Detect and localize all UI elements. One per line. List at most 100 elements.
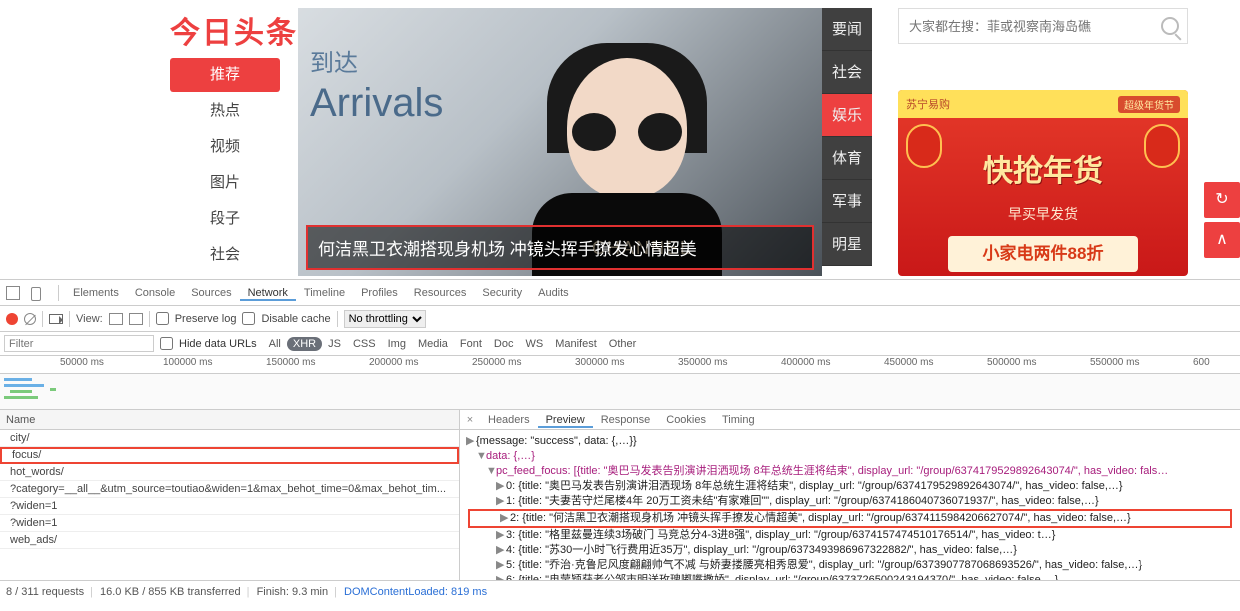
timeline-tick: 200000 ms: [369, 357, 418, 368]
leftnav-item[interactable]: 图片: [170, 166, 280, 200]
json-row[interactable]: ▶3: {title: "格里兹曼连续3场破门 马竞总分4-3进8强", dis…: [466, 528, 1234, 543]
network-toolbar: View: Preserve log Disable cache No thro…: [0, 306, 1240, 332]
devtools-tab[interactable]: Console: [127, 287, 183, 299]
leftnav-item[interactable]: 视频: [170, 130, 280, 164]
rightnav-item[interactable]: 体育: [822, 137, 872, 180]
request-row[interactable]: hot_words/: [0, 464, 459, 481]
view-large-icon[interactable]: [109, 313, 123, 325]
json-row[interactable]: ▶4: {title: "苏30一小时飞行费用近35万", display_ur…: [466, 543, 1234, 558]
rightnav-item[interactable]: 娱乐: [822, 94, 872, 137]
rightnav-item[interactable]: 社会: [822, 51, 872, 94]
leftnav-item[interactable]: 热点: [170, 94, 280, 128]
timeline-tick: 600: [1193, 357, 1210, 368]
request-row[interactable]: ?widen=1: [0, 498, 459, 515]
preserve-log-checkbox[interactable]: [156, 312, 169, 325]
request-row[interactable]: focus/: [0, 447, 459, 464]
preserve-log-label: Preserve log: [175, 313, 237, 325]
view-small-icon[interactable]: [129, 313, 143, 325]
throttling-select[interactable]: No throttling: [344, 310, 426, 328]
json-row[interactable]: ▶0: {title: "奥巴马发表告别演讲泪洒现场 8年总统生涯将结束", d…: [466, 479, 1234, 494]
top-fab[interactable]: ∧: [1204, 222, 1240, 258]
devtools-tab[interactable]: Elements: [65, 287, 127, 299]
timeline-overview[interactable]: [0, 374, 1240, 410]
json-preview[interactable]: ▶{message: "success", data: {,…}} ▼data:…: [460, 430, 1240, 580]
filter-type-chip[interactable]: CSS: [347, 337, 382, 351]
ad-brand: 苏宁易购: [906, 96, 950, 112]
json-row[interactable]: ▶5: {title: "乔治·克鲁尼风度翩翩帅气不减 与娇妻搂腰亮相秀恩爱",…: [466, 558, 1234, 573]
json-row[interactable]: ▶1: {title: "夫妻苦守烂尾楼4年 20万工资未结"有家难回"", d…: [466, 494, 1234, 509]
request-row[interactable]: ?category=__all__&utm_source=toutiao&wid…: [0, 481, 459, 498]
ad-slogan: 超级年货节: [1118, 96, 1180, 113]
request-row[interactable]: city/: [0, 430, 459, 447]
devtools-panel: ElementsConsoleSourcesNetworkTimelinePro…: [0, 279, 1240, 602]
filter-type-chip[interactable]: Other: [603, 337, 643, 351]
record-icon[interactable]: [6, 313, 18, 325]
timeline-tick: 50000 ms: [60, 357, 104, 368]
devtools-tab[interactable]: Resources: [406, 287, 475, 299]
leftnav-item[interactable]: 推荐: [170, 58, 280, 92]
devtools-tab[interactable]: Network: [240, 287, 296, 301]
name-column-header[interactable]: Name: [0, 410, 459, 430]
timeline-tick: 550000 ms: [1090, 357, 1139, 368]
detail-subtab[interactable]: Headers: [480, 414, 538, 426]
request-detail: × HeadersPreviewResponseCookiesTiming ▶{…: [460, 410, 1240, 580]
leftnav-item[interactable]: 社会: [170, 238, 280, 272]
search-icon[interactable]: [1161, 17, 1179, 35]
ad-banner[interactable]: 苏宁易购超级年货节 快抢年货 早买早发货 小家电两件88折: [898, 90, 1188, 276]
filter-type-chip[interactable]: Media: [412, 337, 454, 351]
filter-type-chip[interactable]: Manifest: [549, 337, 603, 351]
filter-type-chip[interactable]: XHR: [287, 337, 322, 351]
devtools-tab[interactable]: Security: [474, 287, 530, 299]
screenshot-icon[interactable]: [49, 314, 63, 324]
rightnav-item[interactable]: 明星: [822, 223, 872, 266]
devtools-tab[interactable]: Timeline: [296, 287, 353, 299]
timeline-tick: 400000 ms: [781, 357, 830, 368]
timeline-tick: 250000 ms: [472, 357, 521, 368]
status-bar: 8 / 311 requests| 16.0 KB / 855 KB trans…: [0, 580, 1240, 602]
status-domcontentloaded: DOMContentLoaded: 819 ms: [344, 586, 487, 598]
inspect-icon[interactable]: [6, 286, 20, 300]
devtools-tabs: ElementsConsoleSourcesNetworkTimelinePro…: [0, 280, 1240, 306]
request-row[interactable]: web_ads/: [0, 532, 459, 549]
devtools-tab[interactable]: Audits: [530, 287, 577, 299]
leftnav-item[interactable]: 段子: [170, 202, 280, 236]
hide-dataurl-label: Hide data URLs: [179, 338, 257, 350]
disable-cache-checkbox[interactable]: [242, 312, 255, 325]
timeline-tick: 350000 ms: [678, 357, 727, 368]
request-row[interactable]: ?widen=1: [0, 515, 459, 532]
hero-carousel[interactable]: 到达 Arrivals CHANNEL 何洁黑卫衣潮搭现身机场 冲镜头挥手撩发心…: [298, 8, 822, 276]
detail-subtab[interactable]: Cookies: [658, 414, 714, 426]
devtools-tab[interactable]: Profiles: [353, 287, 406, 299]
close-detail-icon[interactable]: ×: [460, 414, 480, 426]
filter-type-chip[interactable]: WS: [519, 337, 549, 351]
request-list: Name city/focus/hot_words/?category=__al…: [0, 410, 460, 580]
filter-type-chip[interactable]: All: [263, 337, 287, 351]
json-row[interactable]: ▶6: {title: "冉莹颖获老公邹市明送玫瑰嘟嘴撒娇", display_…: [466, 573, 1234, 580]
hide-dataurl-checkbox[interactable]: [160, 337, 173, 350]
refresh-fab[interactable]: ↻: [1204, 182, 1240, 218]
json-row[interactable]: ▶2: {title: "何洁黑卫衣潮搭现身机场 冲镜头挥手撩发心情超美", d…: [468, 509, 1232, 528]
search-box[interactable]: [898, 8, 1188, 44]
clear-icon[interactable]: [24, 313, 36, 325]
filter-type-chip[interactable]: Font: [454, 337, 488, 351]
device-icon[interactable]: [28, 286, 44, 300]
status-requests: 8 / 311 requests: [6, 586, 84, 598]
filter-input[interactable]: [4, 335, 154, 352]
timeline-tick: 100000 ms: [163, 357, 212, 368]
filter-type-chip[interactable]: Img: [382, 337, 412, 351]
rightnav-item[interactable]: 军事: [822, 180, 872, 223]
right-nav: 要闻社会娱乐体育军事明星: [822, 8, 872, 266]
detail-subtab[interactable]: Timing: [714, 414, 763, 426]
detail-subtab[interactable]: Preview: [538, 414, 593, 428]
timeline-tick: 150000 ms: [266, 357, 315, 368]
left-nav: 推荐热点视频图片段子社会: [170, 58, 280, 274]
detail-subtab[interactable]: Response: [593, 414, 659, 426]
ad-coupon: 小家电两件88折: [948, 236, 1138, 272]
filter-type-chip[interactable]: Doc: [488, 337, 520, 351]
filter-type-chip[interactable]: JS: [322, 337, 347, 351]
devtools-tab[interactable]: Sources: [183, 287, 239, 299]
timeline-ruler: 50000 ms 100000 ms 150000 ms 200000 ms 25000…: [0, 356, 1240, 374]
search-input[interactable]: [899, 9, 1149, 43]
site-logo[interactable]: 今日头条: [170, 8, 298, 52]
rightnav-item[interactable]: 要闻: [822, 8, 872, 51]
